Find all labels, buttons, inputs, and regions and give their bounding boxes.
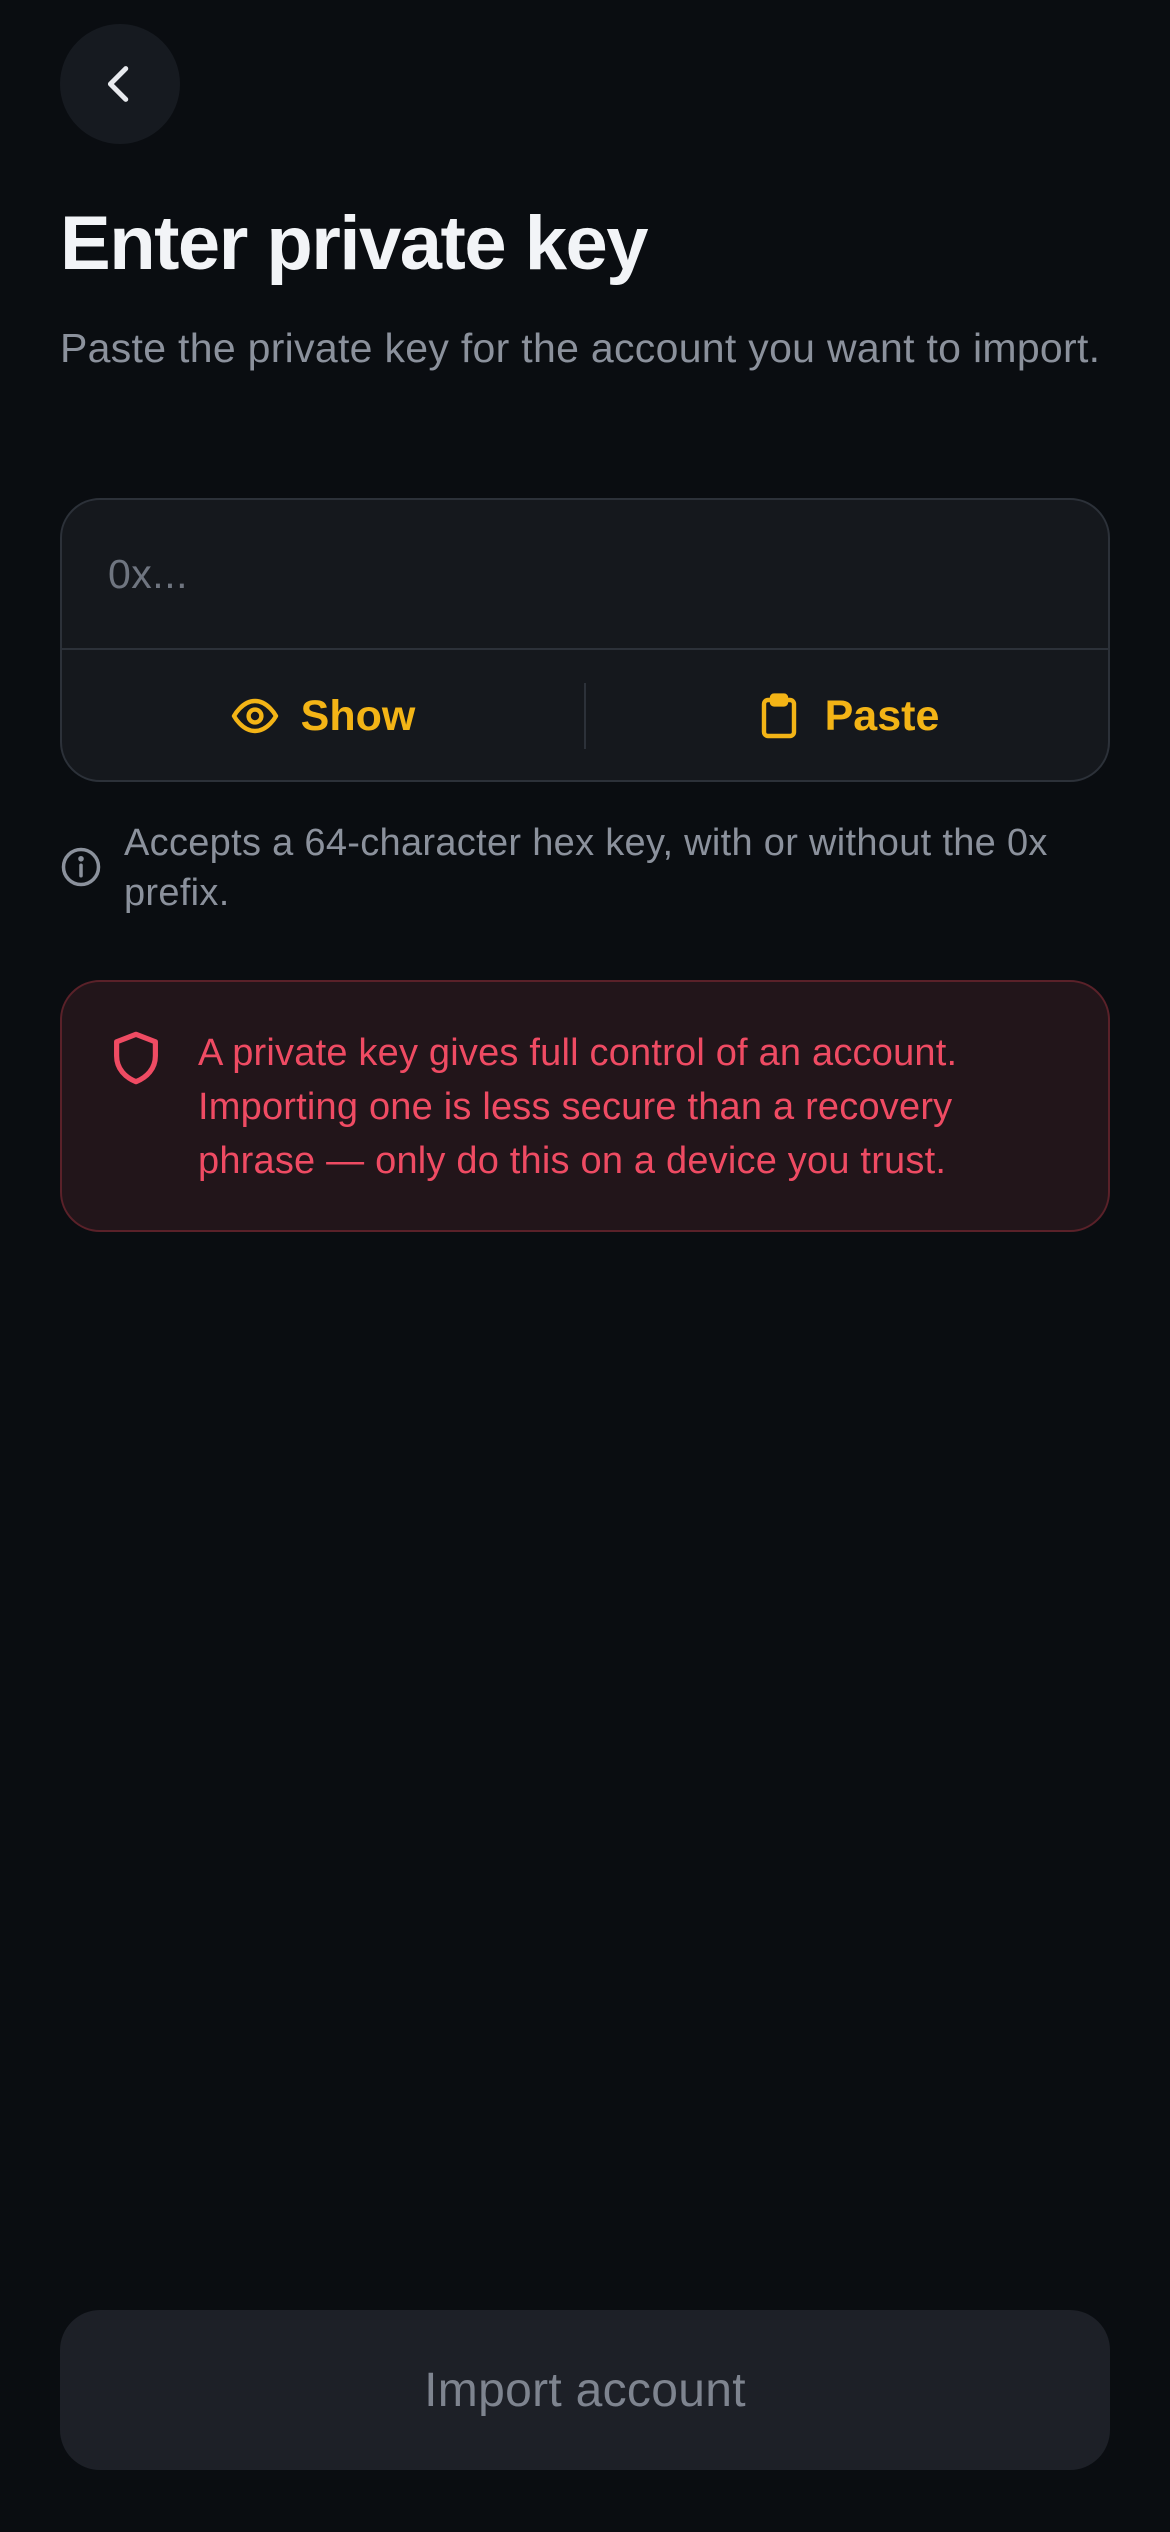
key-actions: Show Paste xyxy=(62,650,1108,780)
eye-icon xyxy=(231,698,278,734)
show-button[interactable]: Show xyxy=(62,650,584,780)
private-key-input[interactable] xyxy=(62,500,1108,648)
paste-button[interactable]: Paste xyxy=(586,650,1108,780)
paste-label: Paste xyxy=(824,691,940,740)
hint-text: Accepts a 64-character hex key, with or … xyxy=(124,822,1048,914)
private-key-card: Show Paste xyxy=(60,498,1110,782)
import-account-button[interactable]: Import account xyxy=(60,2310,1110,2470)
shield-icon xyxy=(114,1031,158,1085)
page-subtitle: Paste the private key for the account yo… xyxy=(60,325,1101,371)
info-icon xyxy=(61,847,101,887)
clipboard-icon xyxy=(761,693,796,739)
show-label: Show xyxy=(300,691,416,740)
back-button[interactable] xyxy=(60,24,180,144)
page-title: Enter private key xyxy=(60,201,649,286)
security-warning: A private key gives full control of an a… xyxy=(60,980,1110,1232)
chevron-left-icon xyxy=(107,66,129,102)
warning-text: A private key gives full control of an a… xyxy=(198,1032,958,1182)
format-hint: Accepts a 64-character hex key, with or … xyxy=(60,818,1110,918)
